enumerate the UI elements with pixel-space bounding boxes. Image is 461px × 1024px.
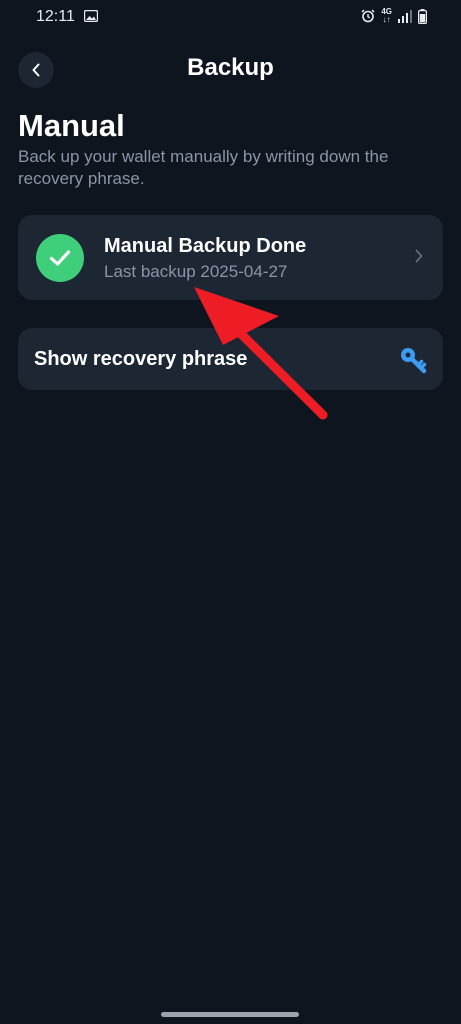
section-description: Back up your wallet manually by writing … [18,147,389,188]
status-bar: 12:11 4G ↓↑ [0,0,461,36]
manual-backup-card[interactable]: Manual Backup Done Last backup 2025-04-2… [18,215,443,300]
status-icons: 4G ↓↑ [361,8,427,24]
show-recovery-phrase-button[interactable]: Show recovery phrase [18,328,443,390]
backup-status-badge [36,234,84,282]
key-icon [401,348,427,374]
recovery-phrase-label: Show recovery phrase [34,348,248,370]
signal-icon [398,9,412,23]
chevron-right-icon [415,249,423,263]
network-activity-label: ↓↑ [382,15,391,24]
battery-icon [418,8,427,24]
status-time: 12:11 [36,8,75,25]
alarm-icon [361,9,375,23]
backup-card-title: Manual Backup Done [104,235,307,257]
page-title: Backup [187,54,274,81]
check-icon [49,250,71,266]
home-indicator[interactable] [161,1012,299,1017]
backup-card-subtitle: Last backup 2025-04-27 [104,262,288,281]
gallery-notification-icon [84,10,98,22]
section-title: Manual [18,108,125,143]
network-type: 4G ↓↑ [381,8,392,24]
